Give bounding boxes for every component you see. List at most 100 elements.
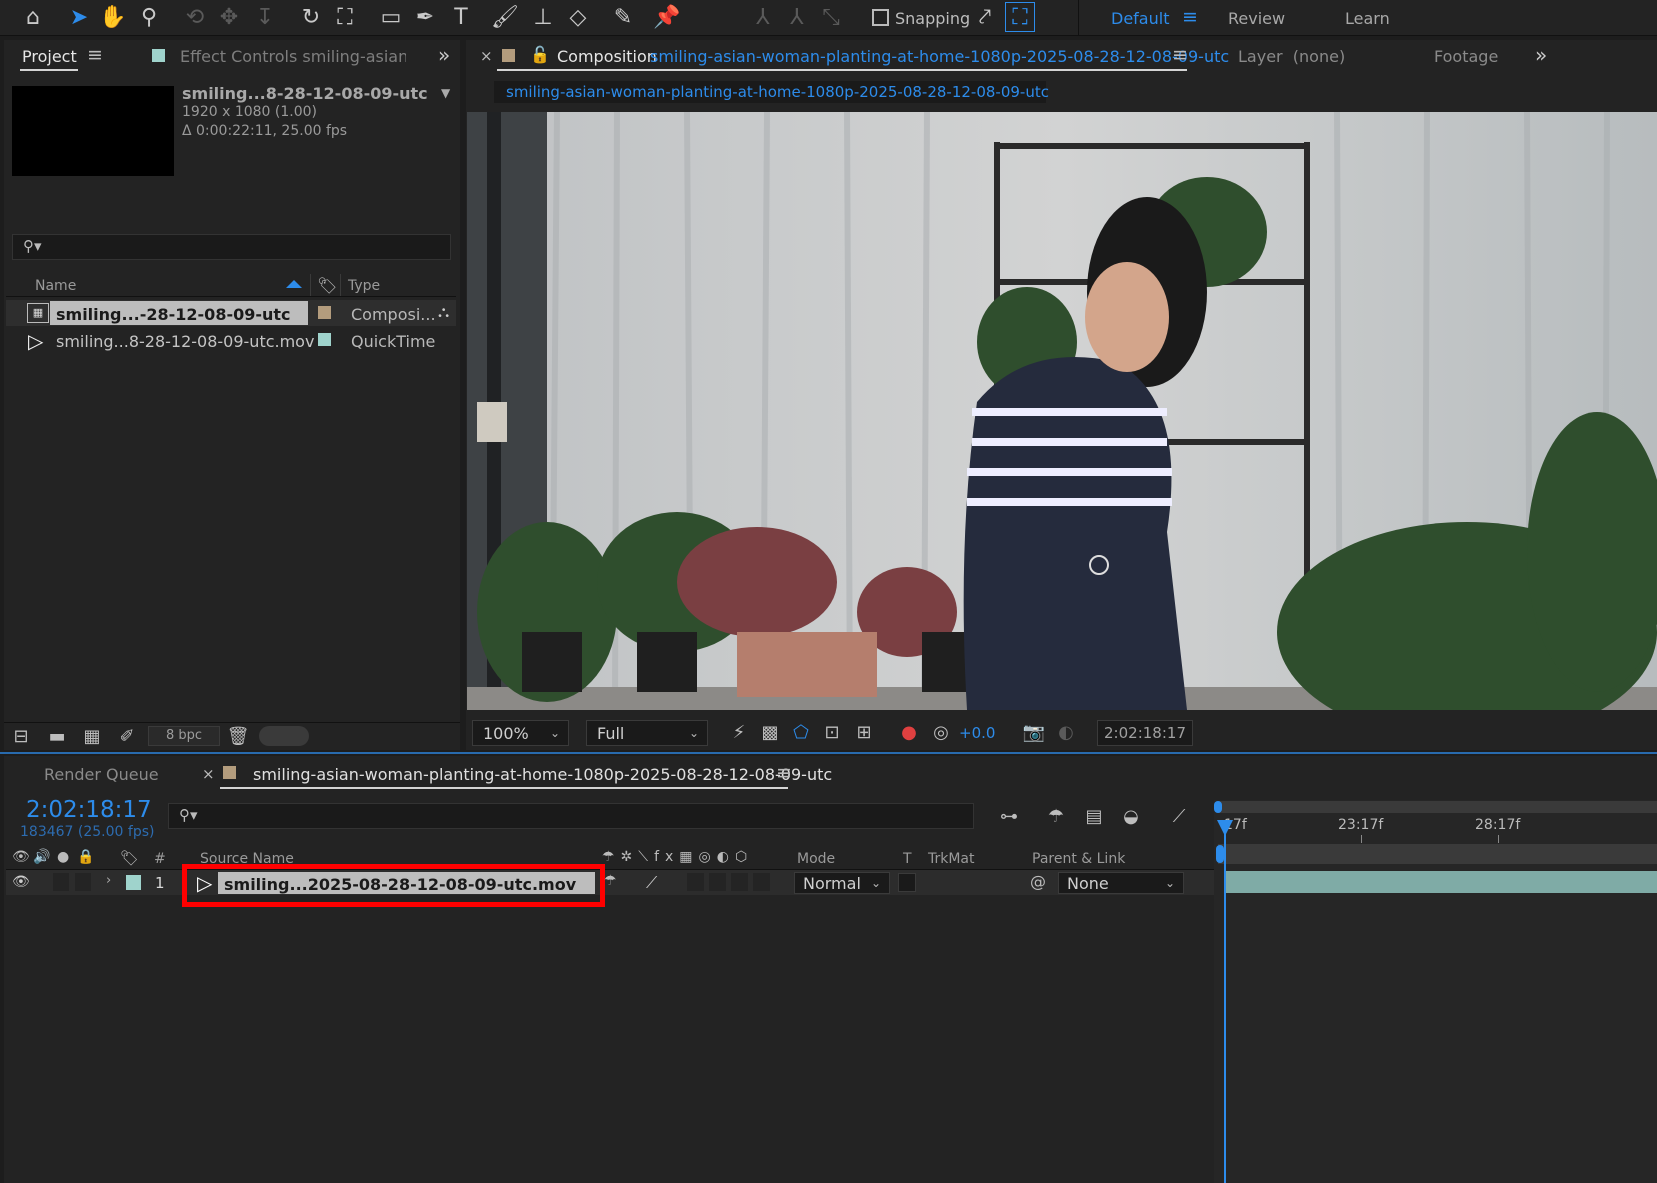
solo-switch-icon[interactable]: ● [57, 849, 69, 865]
region-of-interest-icon[interactable]: ⊡ [819, 719, 845, 745]
workspace-menu-icon[interactable]: ≡ [1182, 6, 1198, 28]
composition-viewer[interactable] [467, 112, 1657, 710]
item-info-dropdown-icon[interactable]: ▼ [441, 86, 450, 100]
current-time-display[interactable]: 2:02:18:17 [26, 797, 152, 823]
pen-tool-icon[interactable]: ✒ [410, 2, 440, 32]
label-column-icon[interactable]: 🏷 [317, 276, 337, 295]
exposure-value[interactable]: +0.0 [959, 724, 995, 742]
col-name[interactable]: Name [35, 278, 76, 294]
fast-previews-icon[interactable]: ⚡ [726, 719, 752, 745]
zoom-tool-icon[interactable]: ⚲ [134, 2, 164, 32]
footage-tab[interactable]: Footage ( [1434, 47, 1502, 66]
delete-icon[interactable]: 🗑 [225, 723, 251, 749]
close-tab-icon[interactable]: × [202, 765, 215, 783]
composition-mini-flowchart-icon[interactable]: ⊶ [996, 803, 1022, 829]
selection-tool-icon[interactable]: ➤ [64, 2, 94, 32]
lock-switch-icon[interactable]: 🔒 [77, 849, 94, 865]
parent-pickwhip-icon[interactable]: @ [1030, 872, 1046, 891]
layer-duration-bar[interactable] [1225, 871, 1657, 893]
channels-icon[interactable]: ● [896, 719, 922, 745]
world-axis-icon[interactable]: ⅄ [782, 2, 812, 32]
layer-label-swatch[interactable] [126, 875, 141, 890]
zoom-slider[interactable] [259, 726, 309, 746]
view-axis-icon[interactable]: ⤡ [816, 2, 846, 32]
layer-audio-toggle[interactable] [53, 873, 69, 891]
work-area-bar[interactable] [1218, 801, 1657, 813]
type-tool-icon[interactable]: T [446, 2, 476, 32]
clone-stamp-icon[interactable]: ⊥ [528, 2, 558, 32]
adjust-settings-icon[interactable]: ✐ [114, 723, 140, 749]
current-time-indicator[interactable] [1224, 822, 1226, 1183]
hand-tool-icon[interactable]: ✋ [98, 2, 128, 32]
project-search-input[interactable]: ⚲▾ [12, 234, 451, 260]
col-mode[interactable]: Mode [797, 851, 835, 867]
workspace-default[interactable]: Default [1111, 9, 1169, 28]
interpret-footage-icon[interactable]: ⊟ [8, 723, 34, 749]
workspace-review[interactable]: Review [1228, 9, 1285, 28]
orbit-camera-icon[interactable]: ⟲ [180, 2, 210, 32]
home-icon[interactable]: ⌂ [18, 2, 48, 32]
rectangle-tool-icon[interactable]: ▭ [376, 2, 406, 32]
snap-icon[interactable]: ⤤ [970, 2, 1000, 32]
color-management-icon[interactable]: ◎ [928, 719, 954, 745]
composition-tab-label[interactable]: Composition [557, 47, 657, 66]
motion-blur-icon[interactable]: ◒ [1118, 803, 1144, 829]
project-tab[interactable]: Project [22, 47, 77, 66]
snapping-checkbox[interactable] [872, 9, 889, 26]
lock-icon[interactable]: 🔓 [530, 45, 550, 64]
playhead-icon[interactable] [1217, 820, 1233, 836]
viewer-timecode[interactable]: 2:02:18:17 [1097, 720, 1193, 746]
eraser-tool-icon[interactable]: ◇ [563, 2, 593, 32]
item-label-swatch[interactable] [318, 333, 331, 346]
zoom-handle[interactable] [1216, 845, 1224, 863]
dolly-camera-icon[interactable]: ↧ [250, 2, 280, 32]
layer-visibility-icon[interactable]: 👁 [12, 874, 30, 890]
composition-menu-icon[interactable]: ≡ [1172, 44, 1188, 66]
mask-visibility-icon[interactable]: ⬠ [788, 719, 814, 745]
new-folder-icon[interactable]: ▬ [44, 723, 70, 749]
magnification-dropdown[interactable]: 100% ⌄ [472, 720, 569, 746]
col-type[interactable]: Type [348, 278, 380, 294]
layer-lock-toggle[interactable] [75, 873, 91, 891]
render-queue-tab[interactable]: Render Queue [44, 765, 159, 784]
layer-tab[interactable]: Layer (none) [1238, 47, 1345, 66]
col-parent-link[interactable]: Parent & Link [1032, 851, 1125, 867]
transparency-grid-icon[interactable]: ▩ [757, 719, 783, 745]
close-tab-icon[interactable]: × [480, 47, 493, 65]
audio-switch-icon[interactable]: 🔊 [33, 849, 50, 865]
composition-tab-name[interactable]: smiling-asian-woman-planting-at-home-108… [650, 47, 1229, 66]
snapshot-icon[interactable]: 📷 [1021, 719, 1047, 745]
layer-fx-switch[interactable] [687, 873, 704, 891]
project-menu-icon[interactable]: ≡ [87, 44, 103, 66]
item-label-swatch[interactable] [318, 306, 331, 319]
layer-frame-blend-switch[interactable] [709, 873, 726, 891]
shy-layers-icon[interactable]: ☂ [1043, 803, 1069, 829]
timeline-comp-tab[interactable]: smiling-asian-woman-planting-at-home-108… [253, 765, 832, 784]
preserve-transparency-toggle[interactable] [898, 873, 916, 892]
layer-adjustment-switch[interactable] [753, 873, 770, 891]
sort-ascending-icon[interactable] [286, 280, 302, 288]
bit-depth-button[interactable]: 8 bpc [148, 726, 220, 746]
layer-mode-dropdown[interactable]: Normal ⌄ [794, 872, 890, 894]
puppet-pin-icon[interactable]: 📌 [652, 2, 682, 32]
video-switch-icon[interactable]: 👁 [12, 849, 30, 865]
show-snapshot-icon[interactable]: ◐ [1053, 719, 1079, 745]
col-layer-number[interactable]: # [154, 851, 166, 867]
workspace-learn[interactable]: Learn [1345, 9, 1390, 28]
effect-controls-tab[interactable]: Effect Controls smiling-asian-wo [180, 47, 406, 66]
expand-layer-chevron[interactable]: › [106, 873, 111, 888]
graph-editor-icon[interactable]: ⟋ [1166, 803, 1192, 829]
col-t[interactable]: T [903, 851, 912, 867]
layer-motion-blur-switch[interactable] [731, 873, 748, 891]
col-trkmat[interactable]: TrkMat [928, 851, 975, 867]
parent-dropdown[interactable]: None ⌄ [1058, 872, 1184, 894]
layer-switches-icons[interactable]: ☂✲⟍fx▦◎◐⬡ [602, 849, 753, 865]
layer-quality-icon[interactable]: ⟋ [646, 873, 657, 893]
roto-brush-icon[interactable]: ✎ [608, 2, 638, 32]
snap-target-icon[interactable]: ⛶ [1005, 2, 1035, 32]
new-composition-icon[interactable]: ▦ [79, 723, 105, 749]
frame-blending-icon[interactable]: ▤ [1081, 803, 1107, 829]
panel-overflow-icon[interactable]: » [1535, 43, 1547, 67]
comp-breadcrumb-label[interactable]: smiling-asian-woman-planting-at-home-108… [506, 83, 1049, 101]
brush-tool-icon[interactable]: 🖌 [490, 2, 520, 32]
